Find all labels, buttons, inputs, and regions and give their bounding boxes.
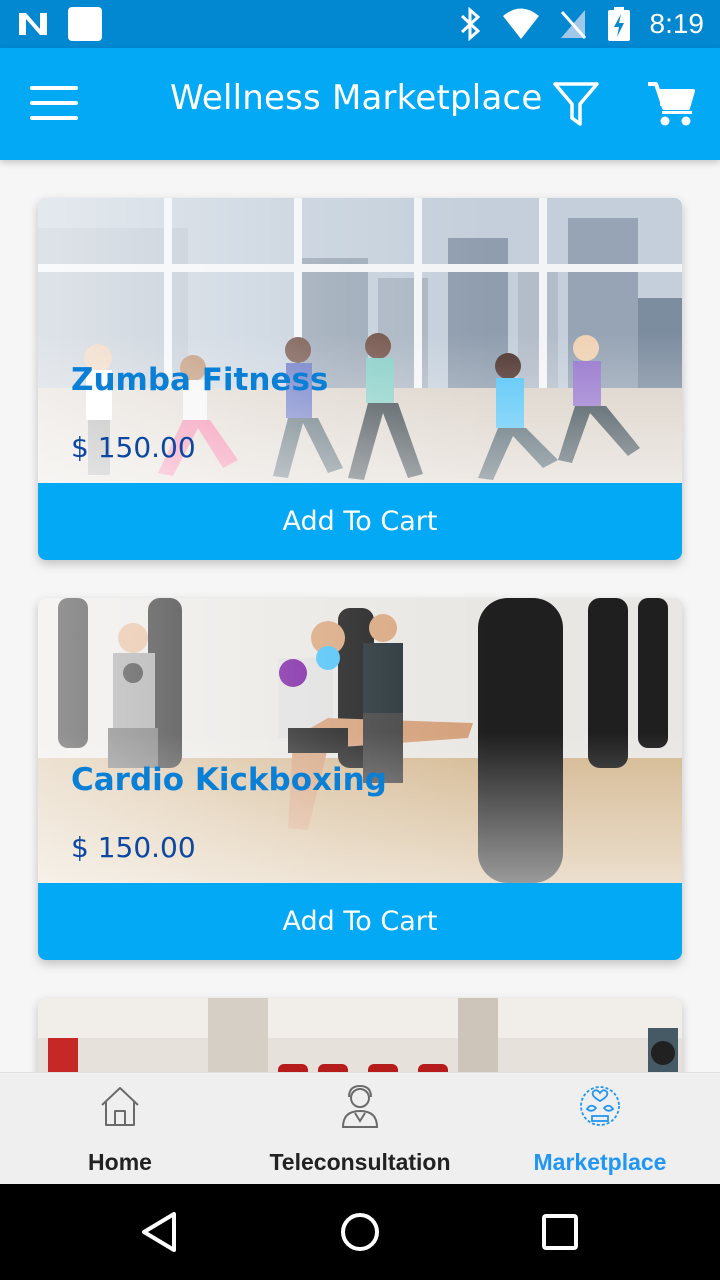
signal-off-icon	[560, 10, 586, 39]
product-price: $ 150.00	[71, 431, 196, 464]
product-price: $ 150.00	[71, 831, 196, 864]
wifi-icon	[502, 8, 539, 39]
bluetooth-icon	[460, 7, 480, 41]
status-bar: 8:19	[0, 0, 720, 48]
product-title: Zumba Fitness	[71, 362, 329, 398]
recents-icon[interactable]	[538, 1210, 582, 1254]
home-circle-icon[interactable]	[338, 1210, 382, 1254]
add-to-cart-button[interactable]: Add To Cart	[38, 483, 682, 560]
nav-teleconsultation[interactable]: Teleconsultation	[240, 1073, 480, 1184]
product-list: Zumba Fitness $ 150.00 Add To Cart Cardi…	[0, 160, 720, 1072]
page-title: Wellness Marketplace	[170, 78, 543, 118]
back-icon[interactable]	[138, 1210, 182, 1254]
battery-charging-icon	[607, 7, 630, 41]
nav-marketplace-label: Marketplace	[533, 1149, 667, 1175]
product-card	[38, 998, 682, 1072]
nav-marketplace[interactable]: Marketplace	[480, 1073, 720, 1184]
kickboxing-image: Cardio Kickboxing $ 150.00	[38, 598, 682, 883]
product-title: Cardio Kickboxing	[71, 762, 387, 798]
product-image	[38, 998, 682, 1072]
nav-teleconsultation-label: Teleconsultation	[269, 1149, 451, 1175]
notification-square-icon	[68, 7, 102, 41]
notification-n-icon	[19, 13, 47, 35]
nav-home[interactable]: Home	[0, 1073, 240, 1184]
status-time: 8:19	[649, 8, 705, 39]
filter-icon[interactable]	[552, 80, 600, 128]
product-card: Zumba Fitness $ 150.00 Add To Cart	[38, 198, 682, 560]
app-bar: Wellness Marketplace	[0, 48, 720, 160]
zumba-image: Zumba Fitness $ 150.00	[38, 198, 682, 483]
product-card: Cardio Kickboxing $ 150.00 Add To Cart	[38, 598, 682, 960]
menu-button[interactable]	[30, 86, 82, 122]
add-to-cart-button[interactable]: Add To Cart	[38, 883, 682, 960]
home-icon	[101, 1087, 139, 1126]
screen: 8:19 Wellness Marketplace Zumba Fitness …	[0, 0, 720, 1280]
marketplace-icon	[580, 1086, 620, 1126]
system-nav-bar	[0, 1184, 720, 1280]
nav-home-label: Home	[88, 1149, 152, 1175]
doctor-icon	[341, 1084, 379, 1128]
cart-icon[interactable]	[646, 80, 696, 128]
bottom-nav: Home Teleconsultation Marketplace	[0, 1072, 720, 1184]
